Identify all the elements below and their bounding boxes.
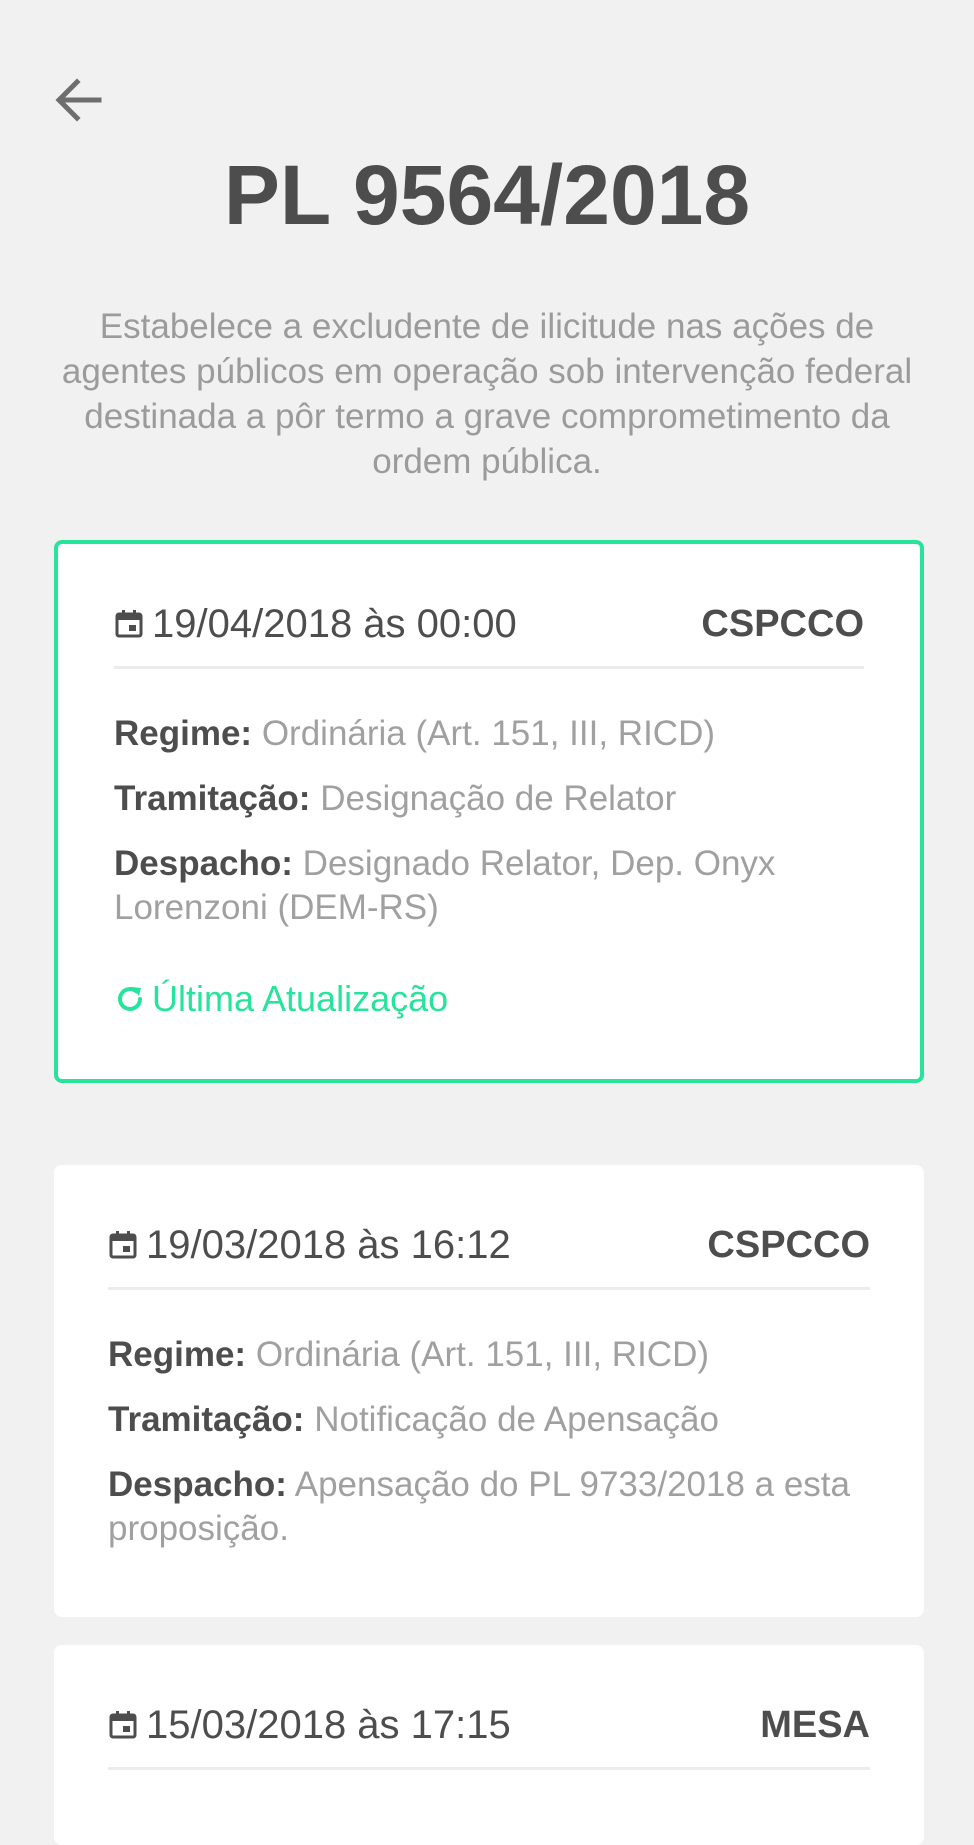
regime-value: Ordinária (Art. 151, III, RICD) (261, 714, 715, 753)
despacho-row: Despacho: Designado Relator, Dep. Onyx L… (114, 842, 864, 930)
despacho-label: Despacho: (108, 1465, 287, 1504)
event-date-text: 19/03/2018 às 16:12 (146, 1223, 511, 1267)
despacho-row: Despacho: Apensação do PL 9733/2018 a es… (108, 1463, 870, 1551)
event-date: 15/03/2018 às 17:15 (108, 1703, 511, 1747)
last-update-label: Última Atualização (152, 978, 449, 1019)
back-button[interactable] (50, 72, 108, 128)
tramitacao-value: Designação de Relator (320, 779, 677, 818)
event-org: MESA (760, 1704, 870, 1746)
regime-label: Regime: (108, 1335, 247, 1374)
regime-row: Regime: Ordinária (Art. 151, III, RICD) (108, 1333, 870, 1377)
event-card-body: Regime: Ordinária (Art. 151, III, RICD) … (114, 712, 864, 951)
tramitacao-value: Notificação de Apensação (314, 1400, 719, 1439)
tramitacao-label: Tramitação: (114, 779, 311, 818)
event-card-header: 19/04/2018 às 00:00 CSPCCO (114, 602, 864, 669)
regime-label: Regime: (114, 714, 253, 753)
tramitacao-row: Tramitação: Notificação de Apensação (108, 1398, 870, 1442)
event-card-body: Regime: Ordinária (Art. 151, III, RICD) … (108, 1333, 870, 1572)
event-card[interactable]: 19/04/2018 às 00:00 CSPCCO Regime: Ordin… (54, 540, 924, 1083)
page-title: PL 9564/2018 (223, 148, 751, 242)
event-org: CSPCCO (707, 1224, 870, 1266)
event-card[interactable]: 19/03/2018 às 16:12 CSPCCO Regime: Ordin… (54, 1165, 924, 1617)
calendar-icon (108, 1230, 138, 1260)
event-card-header: 15/03/2018 às 17:15 MESA (108, 1703, 870, 1770)
event-date-text: 19/04/2018 às 00:00 (152, 602, 517, 646)
event-card-header: 19/03/2018 às 16:12 CSPCCO (108, 1223, 870, 1290)
event-date-text: 15/03/2018 às 17:15 (146, 1703, 511, 1747)
last-update-link[interactable]: Última Atualização (114, 977, 448, 1021)
calendar-icon (114, 609, 144, 639)
page-description: Estabelece a excludente de ilicitude nas… (61, 307, 913, 481)
tramitacao-label: Tramitação: (108, 1400, 305, 1439)
event-date: 19/04/2018 às 00:00 (114, 602, 517, 646)
calendar-icon (108, 1710, 138, 1740)
arrow-left-icon (53, 74, 105, 126)
tramitacao-row: Tramitação: Designação de Relator (114, 777, 864, 821)
event-card[interactable]: 15/03/2018 às 17:15 MESA (54, 1645, 924, 1845)
despacho-label: Despacho: (114, 844, 293, 883)
regime-row: Regime: Ordinária (Art. 151, III, RICD) (114, 712, 864, 756)
event-date: 19/03/2018 às 16:12 (108, 1223, 511, 1267)
regime-value: Ordinária (Art. 151, III, RICD) (255, 1335, 709, 1374)
refresh-icon (114, 983, 146, 1015)
event-org: CSPCCO (701, 603, 864, 645)
